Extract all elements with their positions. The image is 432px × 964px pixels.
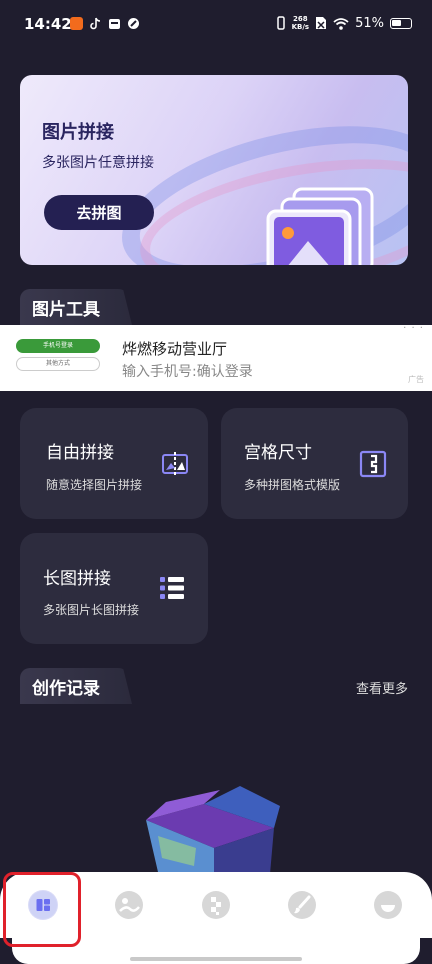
battery-icon (390, 17, 412, 29)
free-collage-card[interactable]: 自由拼接 随意选择图片拼接 (20, 408, 208, 519)
banner-title: 图片拼接 (42, 122, 114, 143)
app-notification-icon (70, 17, 83, 30)
view-more-link[interactable]: 查看更多 (356, 678, 408, 697)
card-title: 宫格尺寸 (244, 443, 312, 463)
nav-home-highlight (3, 872, 81, 947)
card-subtitle: 随意选择图片拼接 (46, 478, 143, 492)
ad-thumbnail: 手机号登录 其他方式 (16, 339, 100, 377)
battery-percent: 51% (355, 15, 384, 31)
status-bar: 14:42 268 KB/s 51% (0, 0, 432, 52)
ad-menu-button[interactable]: · · · (403, 323, 424, 334)
photo-edit-icon (115, 891, 143, 919)
calendar-app-icon (109, 19, 120, 29)
grid-size-icon (359, 450, 387, 478)
profile-icon (374, 891, 402, 919)
ad-subtitle: 输入手机号:确认登录 (122, 364, 253, 380)
nav-mosaic[interactable] (201, 890, 231, 920)
network-speed: 268 KB/s (291, 15, 310, 31)
long-collage-icon (160, 577, 184, 599)
notification-icons (70, 17, 140, 30)
nav-brush[interactable] (287, 890, 317, 920)
status-right: 268 KB/s 51% (276, 15, 412, 31)
wifi-icon (333, 17, 349, 30)
free-collage-icon (162, 452, 188, 476)
brush-icon (288, 891, 316, 919)
ad-title[interactable]: 烨燃移动营业厅 (122, 338, 227, 359)
ad-label: 广告 (408, 375, 424, 384)
tiktok-icon (90, 17, 101, 30)
no-sim-icon (316, 17, 327, 29)
card-title: 自由拼接 (46, 443, 114, 463)
home-indicator[interactable] (130, 957, 302, 961)
grid-size-card[interactable]: 宫格尺寸 多种拼图格式模版 (221, 408, 408, 519)
nav-profile[interactable] (373, 890, 403, 920)
long-collage-card[interactable]: 长图拼接 多张图片长图拼接 (20, 533, 208, 644)
start-collage-button[interactable]: 去拼图 (44, 195, 154, 230)
card-subtitle: 多种拼图格式模版 (244, 478, 341, 492)
records-section-title: 创作记录 (20, 668, 132, 704)
link-app-icon (128, 18, 139, 29)
empty-box-icon (146, 786, 280, 886)
nav-photo-edit[interactable] (114, 890, 144, 920)
vibrate-icon (276, 16, 285, 30)
card-subtitle: 多张图片长图拼接 (43, 603, 140, 617)
photo-stack-icon (266, 187, 374, 265)
mosaic-icon (202, 891, 230, 919)
tools-section-title: 图片工具 (20, 289, 132, 325)
card-title: 长图拼接 (43, 569, 111, 589)
banner-subtitle: 多张图片任意拼接 (42, 155, 154, 171)
status-time: 14:42 (24, 15, 72, 33)
